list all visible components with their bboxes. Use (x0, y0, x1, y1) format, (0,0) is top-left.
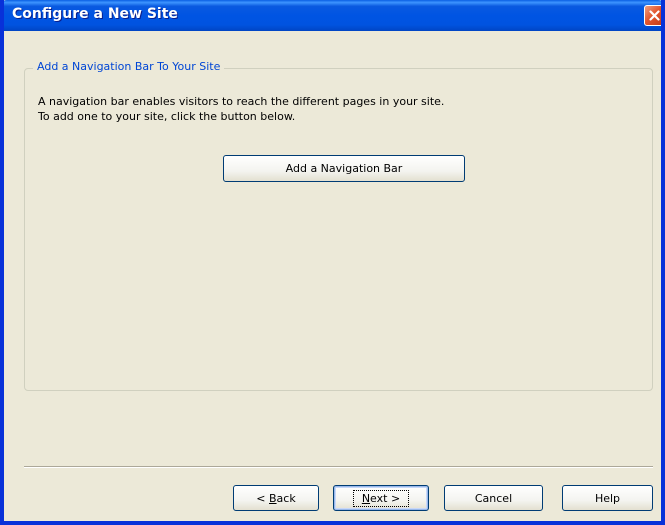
next-button-label-rest: ext > (370, 491, 401, 505)
next-button[interactable]: Next > (333, 485, 429, 511)
add-navigation-bar-button[interactable]: Add a Navigation Bar (223, 155, 465, 182)
next-button-mnemonic: N (361, 491, 371, 505)
back-button-label-rest: ack (276, 491, 296, 505)
groupbox-legend: Add a Navigation Bar To Your Site (33, 60, 225, 73)
window-title: Configure a New Site (12, 6, 178, 22)
next-button-focus-ring: Next > (352, 489, 410, 507)
back-button-mnemonic: B (269, 491, 277, 505)
back-button-prefix: < (256, 491, 269, 505)
title-bar[interactable]: Configure a New Site (4, 0, 661, 31)
footer-separator (24, 466, 653, 468)
help-button[interactable]: Help (562, 485, 653, 511)
description-line-1: A navigation bar enables visitors to rea… (38, 95, 445, 108)
back-button[interactable]: < Back (233, 485, 319, 511)
cancel-button[interactable]: Cancel (444, 485, 543, 511)
description-line-2: To add one to your site, click the butto… (38, 110, 296, 123)
close-icon (649, 10, 660, 21)
close-button[interactable] (644, 5, 661, 26)
